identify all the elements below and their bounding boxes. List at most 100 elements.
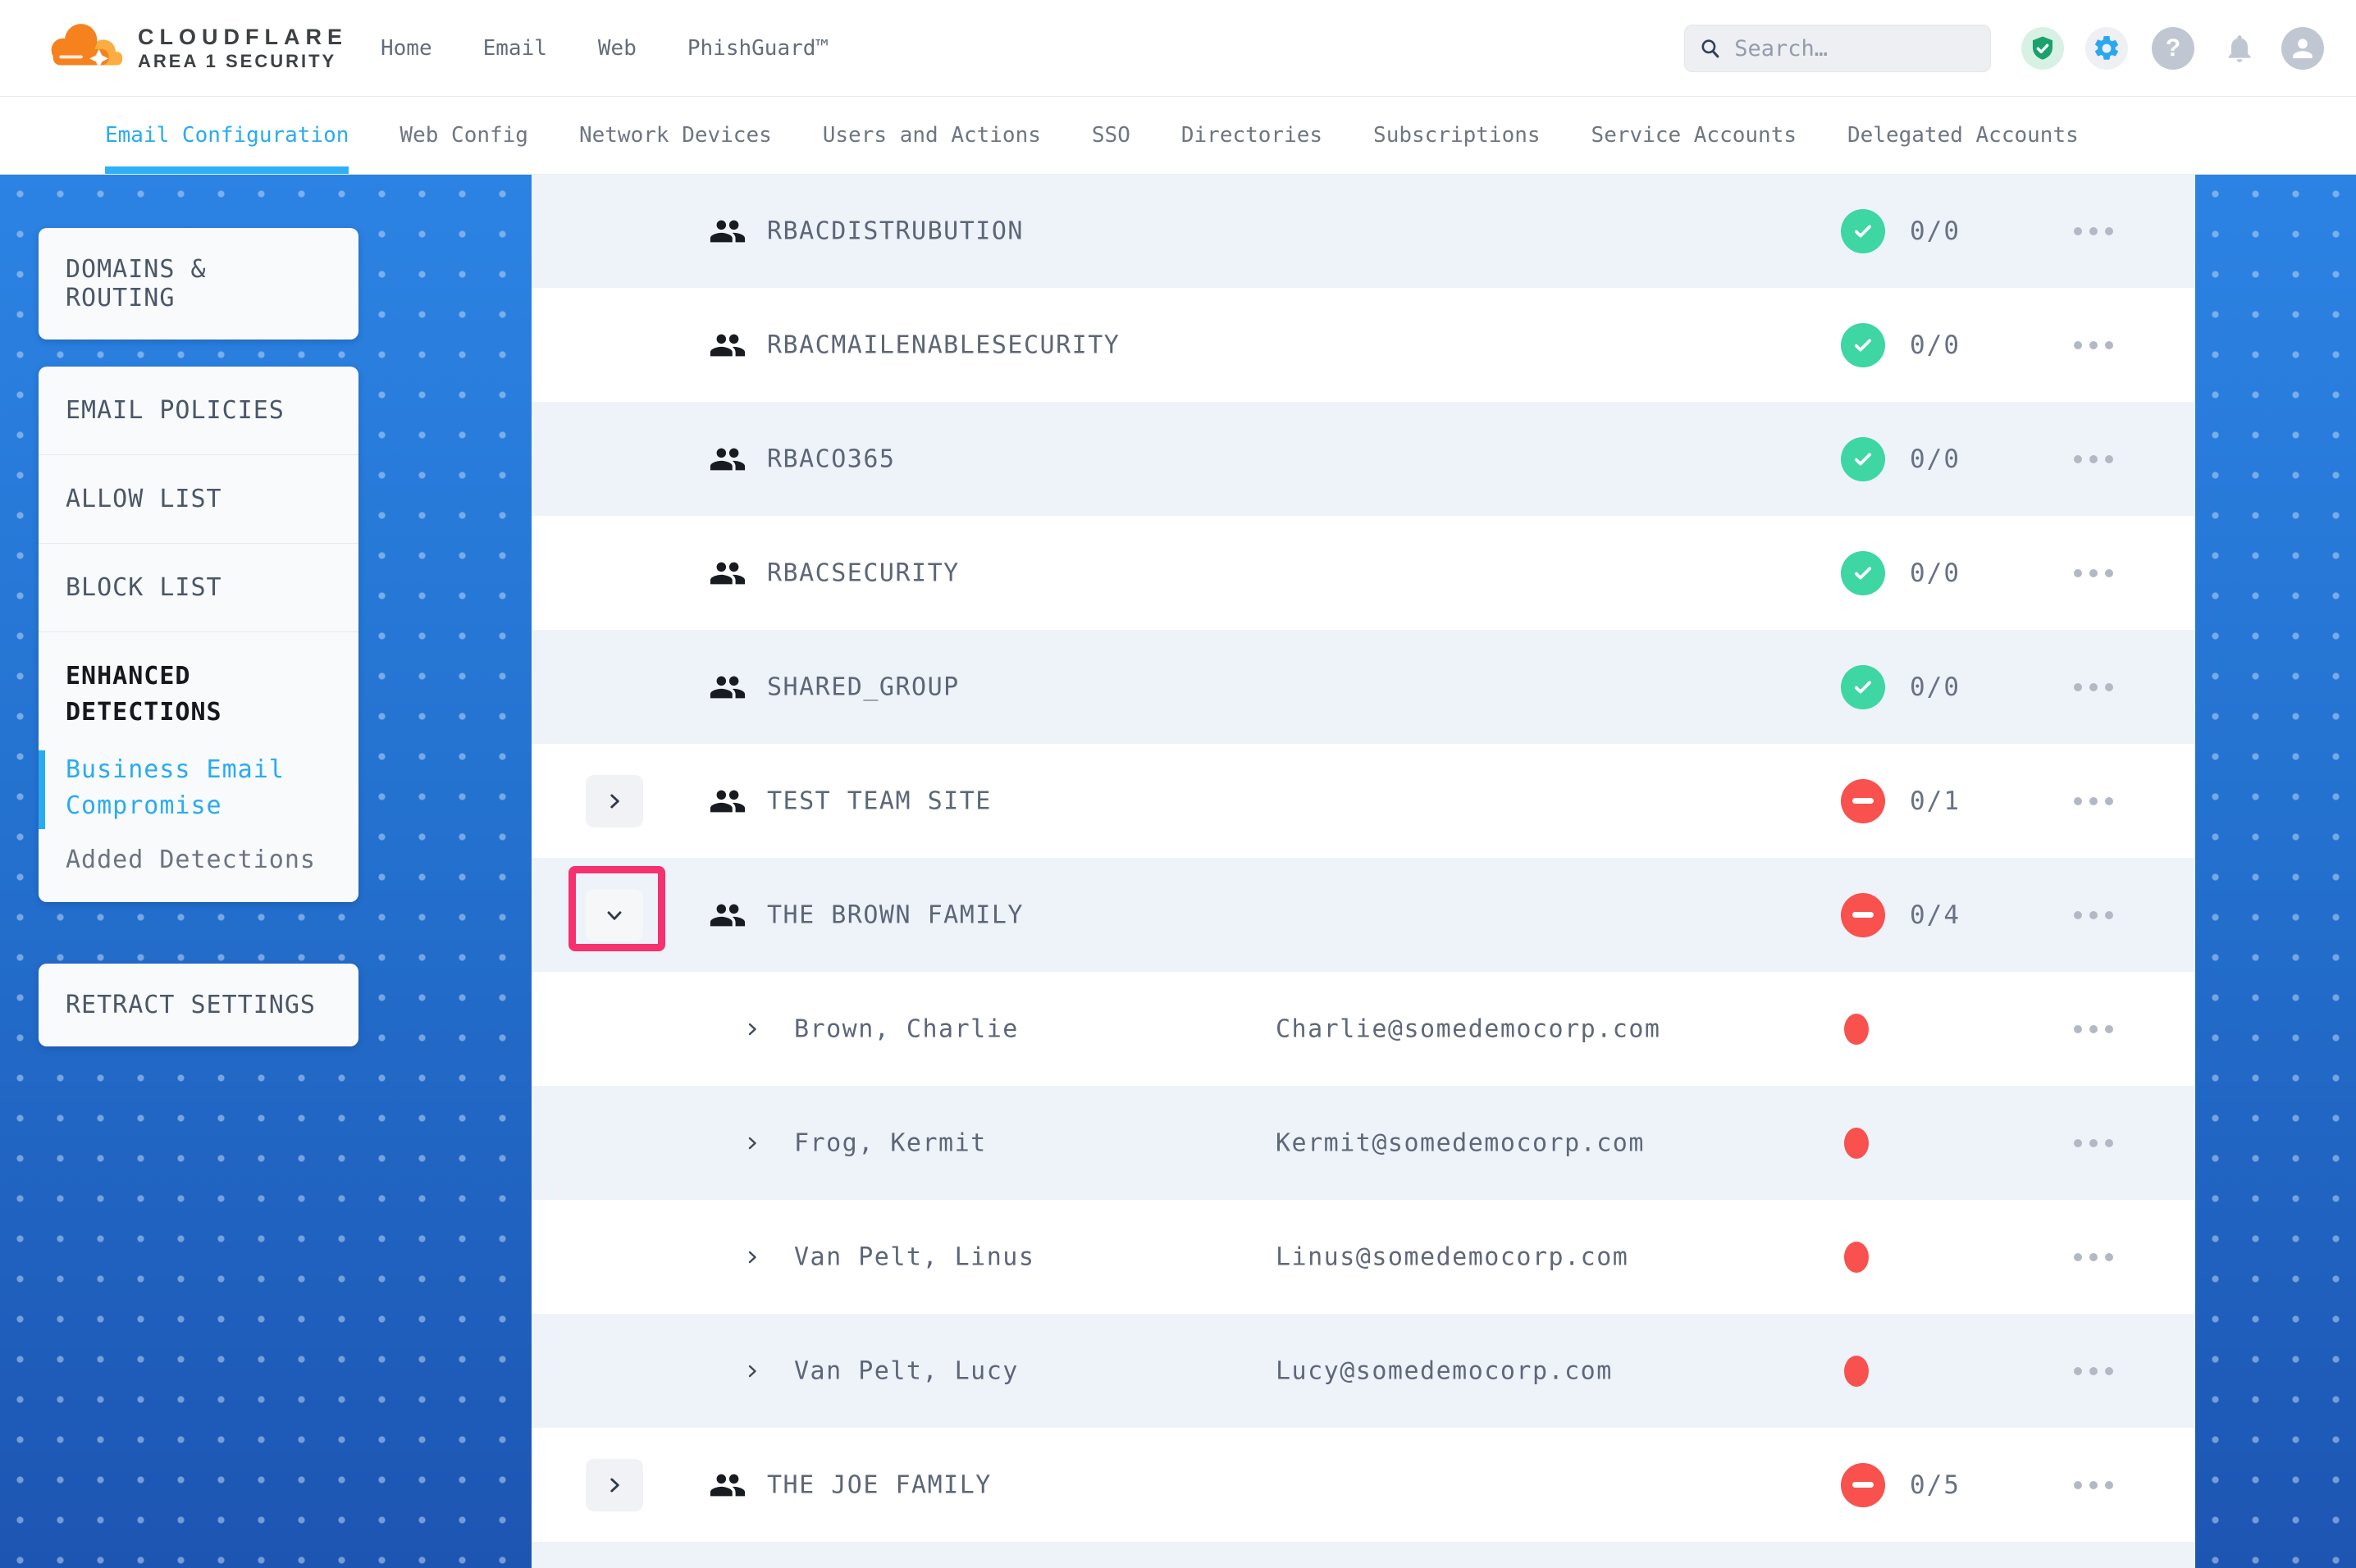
member-count: 0/0 bbox=[1910, 217, 1961, 246]
more-actions-button[interactable] bbox=[2067, 563, 2120, 584]
more-actions-button[interactable] bbox=[2067, 1475, 2120, 1496]
more-actions-button[interactable] bbox=[2067, 1133, 2120, 1154]
status-ok-badge bbox=[1841, 665, 1885, 709]
nav-item-home[interactable]: Home bbox=[381, 36, 432, 61]
section-tab-strip: Email Configuration Web Config Network D… bbox=[0, 97, 2356, 174]
table-row[interactable]: RBACO365 0/0 bbox=[532, 402, 2195, 516]
member-count: 0/0 bbox=[1910, 330, 1961, 360]
enhanced-detections-title: ENHANCED DETECTIONS bbox=[66, 659, 331, 731]
nav-item-phishguard[interactable]: PhishGuard™ bbox=[687, 36, 829, 61]
app-window: CLOUDFLARE AREA 1 SECURITY Home Email We… bbox=[0, 0, 2356, 1568]
sidebar-item-allow-list[interactable]: ALLOW LIST bbox=[39, 455, 358, 544]
member-row[interactable]: Brown, Charlie Charlie@somedemocorp.com bbox=[532, 972, 2195, 1086]
table-row[interactable]: THE BROWN FAMILY 0/4 bbox=[532, 858, 2195, 972]
help-icon[interactable]: ? bbox=[2152, 27, 2194, 70]
more-actions-button[interactable] bbox=[2067, 791, 2120, 812]
group-icon bbox=[709, 782, 747, 820]
more-actions-button[interactable] bbox=[2067, 905, 2120, 926]
group-name: THE BROWN FAMILY bbox=[767, 900, 1024, 929]
groups-list: RBACDISTRUBUTION 0/0 RBACMAILENABLESECUR… bbox=[532, 174, 2195, 1568]
status-dot bbox=[1844, 1356, 1869, 1387]
tab-users-and-actions[interactable]: Users and Actions bbox=[823, 97, 1041, 174]
cloudflare-logo[interactable]: CLOUDFLARE AREA 1 SECURITY bbox=[46, 7, 348, 85]
more-actions-button[interactable] bbox=[2067, 1247, 2120, 1268]
sidebar-item-block-list[interactable]: BLOCK LIST bbox=[39, 544, 358, 632]
expand-button[interactable] bbox=[586, 1459, 643, 1511]
status-blocked-badge bbox=[1841, 1463, 1885, 1507]
shield-check-icon[interactable] bbox=[2021, 27, 2064, 70]
table-row[interactable]: SHARED_GROUP 0/0 bbox=[532, 630, 2195, 744]
tabs: Email Configuration Web Config Network D… bbox=[105, 97, 2079, 174]
tab-service-accounts[interactable]: Service Accounts bbox=[1591, 97, 1797, 174]
sidebar-item-retract-settings[interactable]: RETRACT SETTINGS bbox=[39, 964, 358, 1046]
member-count: 0/0 bbox=[1910, 672, 1961, 702]
more-actions-button[interactable] bbox=[2067, 449, 2120, 470]
status-dot bbox=[1844, 1242, 1869, 1273]
table-row[interactable]: RBACDISTRUBUTION 0/0 bbox=[532, 174, 2195, 288]
expand-button[interactable] bbox=[586, 775, 643, 827]
right-decor-panel bbox=[2195, 174, 2356, 1568]
nav-item-email[interactable]: Email bbox=[483, 36, 547, 61]
more-actions-button[interactable] bbox=[2067, 1019, 2120, 1040]
member-name: Van Pelt, Lucy bbox=[794, 1356, 1019, 1385]
member-chevron-icon[interactable] bbox=[742, 1019, 762, 1039]
sidebar-item-added-detections[interactable]: Added Detections bbox=[66, 846, 331, 874]
member-email: Charlie@somedemocorp.com bbox=[1276, 1014, 1660, 1043]
status-ok-badge bbox=[1841, 551, 1885, 595]
more-actions-button[interactable] bbox=[2067, 1361, 2120, 1382]
tab-network-devices[interactable]: Network Devices bbox=[579, 97, 772, 174]
status-ok-badge bbox=[1841, 323, 1885, 367]
table-row[interactable]: RBACSECURITY 0/0 bbox=[532, 516, 2195, 630]
group-name: THE JOE FAMILY bbox=[767, 1470, 992, 1499]
member-count: 0/0 bbox=[1910, 558, 1961, 588]
search-input[interactable] bbox=[1734, 36, 1975, 62]
status-dot bbox=[1844, 1128, 1869, 1159]
tab-delegated-accounts[interactable]: Delegated Accounts bbox=[1847, 97, 2079, 174]
tab-directories[interactable]: Directories bbox=[1181, 97, 1322, 174]
group-icon bbox=[709, 440, 747, 478]
more-actions-button[interactable] bbox=[2067, 677, 2120, 698]
group-icon bbox=[709, 668, 747, 706]
tab-subscriptions[interactable]: Subscriptions bbox=[1373, 97, 1541, 174]
member-email: Linus@somedemocorp.com bbox=[1276, 1242, 1628, 1271]
left-sidebar-panel: DOMAINS & ROUTING EMAIL POLICIES ALLOW L… bbox=[0, 174, 532, 1568]
table-row[interactable]: RBACMAILENABLESECURITY 0/0 bbox=[532, 288, 2195, 402]
sidebar-item-business-email-compromise[interactable]: Business Email Compromise bbox=[66, 752, 331, 824]
member-row[interactable]: Van Pelt, Linus Linus@somedemocorp.com bbox=[532, 1200, 2195, 1314]
gear-icon[interactable] bbox=[2085, 27, 2128, 70]
top-header: CLOUDFLARE AREA 1 SECURITY Home Email We… bbox=[0, 0, 2356, 97]
member-row[interactable]: Van Pelt, Lucy Lucy@somedemocorp.com bbox=[532, 1314, 2195, 1428]
bell-icon[interactable] bbox=[2218, 27, 2261, 70]
user-icon[interactable] bbox=[2281, 27, 2324, 70]
member-chevron-icon[interactable] bbox=[742, 1361, 762, 1381]
tab-web-config[interactable]: Web Config bbox=[400, 97, 528, 174]
member-count: 0/1 bbox=[1910, 786, 1961, 816]
nav-item-web[interactable]: Web bbox=[598, 36, 637, 61]
chevron-right-icon bbox=[604, 1475, 625, 1496]
table-row[interactable]: TEST TEAM SITE 0/1 bbox=[532, 744, 2195, 858]
search-box[interactable] bbox=[1684, 25, 1991, 72]
group-name: RBACSECURITY bbox=[767, 558, 960, 587]
member-name: Frog, Kermit bbox=[794, 1128, 987, 1157]
group-name: TEST TEAM SITE bbox=[767, 786, 992, 815]
member-row[interactable]: Frog, Kermit Kermit@somedemocorp.com bbox=[532, 1086, 2195, 1200]
annotation-highlight-box bbox=[568, 866, 665, 951]
help-glyph: ? bbox=[2166, 34, 2180, 62]
member-count: 0/5 bbox=[1910, 1470, 1961, 1500]
enhanced-detections-section: ENHANCED DETECTIONS Business Email Compr… bbox=[39, 632, 358, 902]
table-row-partial bbox=[532, 1542, 2195, 1568]
table-row[interactable]: THE JOE FAMILY 0/5 bbox=[532, 1428, 2195, 1542]
member-email: Lucy@somedemocorp.com bbox=[1276, 1356, 1613, 1385]
group-icon bbox=[709, 896, 747, 934]
sidebar-item-email-policies[interactable]: EMAIL POLICIES bbox=[39, 367, 358, 455]
tab-email-configuration[interactable]: Email Configuration bbox=[105, 97, 349, 174]
member-chevron-icon[interactable] bbox=[742, 1133, 762, 1153]
search-icon bbox=[1700, 36, 1721, 61]
group-name: RBACMAILENABLESECURITY bbox=[767, 330, 1120, 359]
more-actions-button[interactable] bbox=[2067, 221, 2120, 242]
status-ok-badge bbox=[1841, 437, 1885, 481]
sidebar-item-domains-routing[interactable]: DOMAINS & ROUTING bbox=[39, 228, 358, 340]
more-actions-button[interactable] bbox=[2067, 335, 2120, 356]
tab-sso[interactable]: SSO bbox=[1092, 97, 1130, 174]
member-chevron-icon[interactable] bbox=[742, 1247, 762, 1267]
